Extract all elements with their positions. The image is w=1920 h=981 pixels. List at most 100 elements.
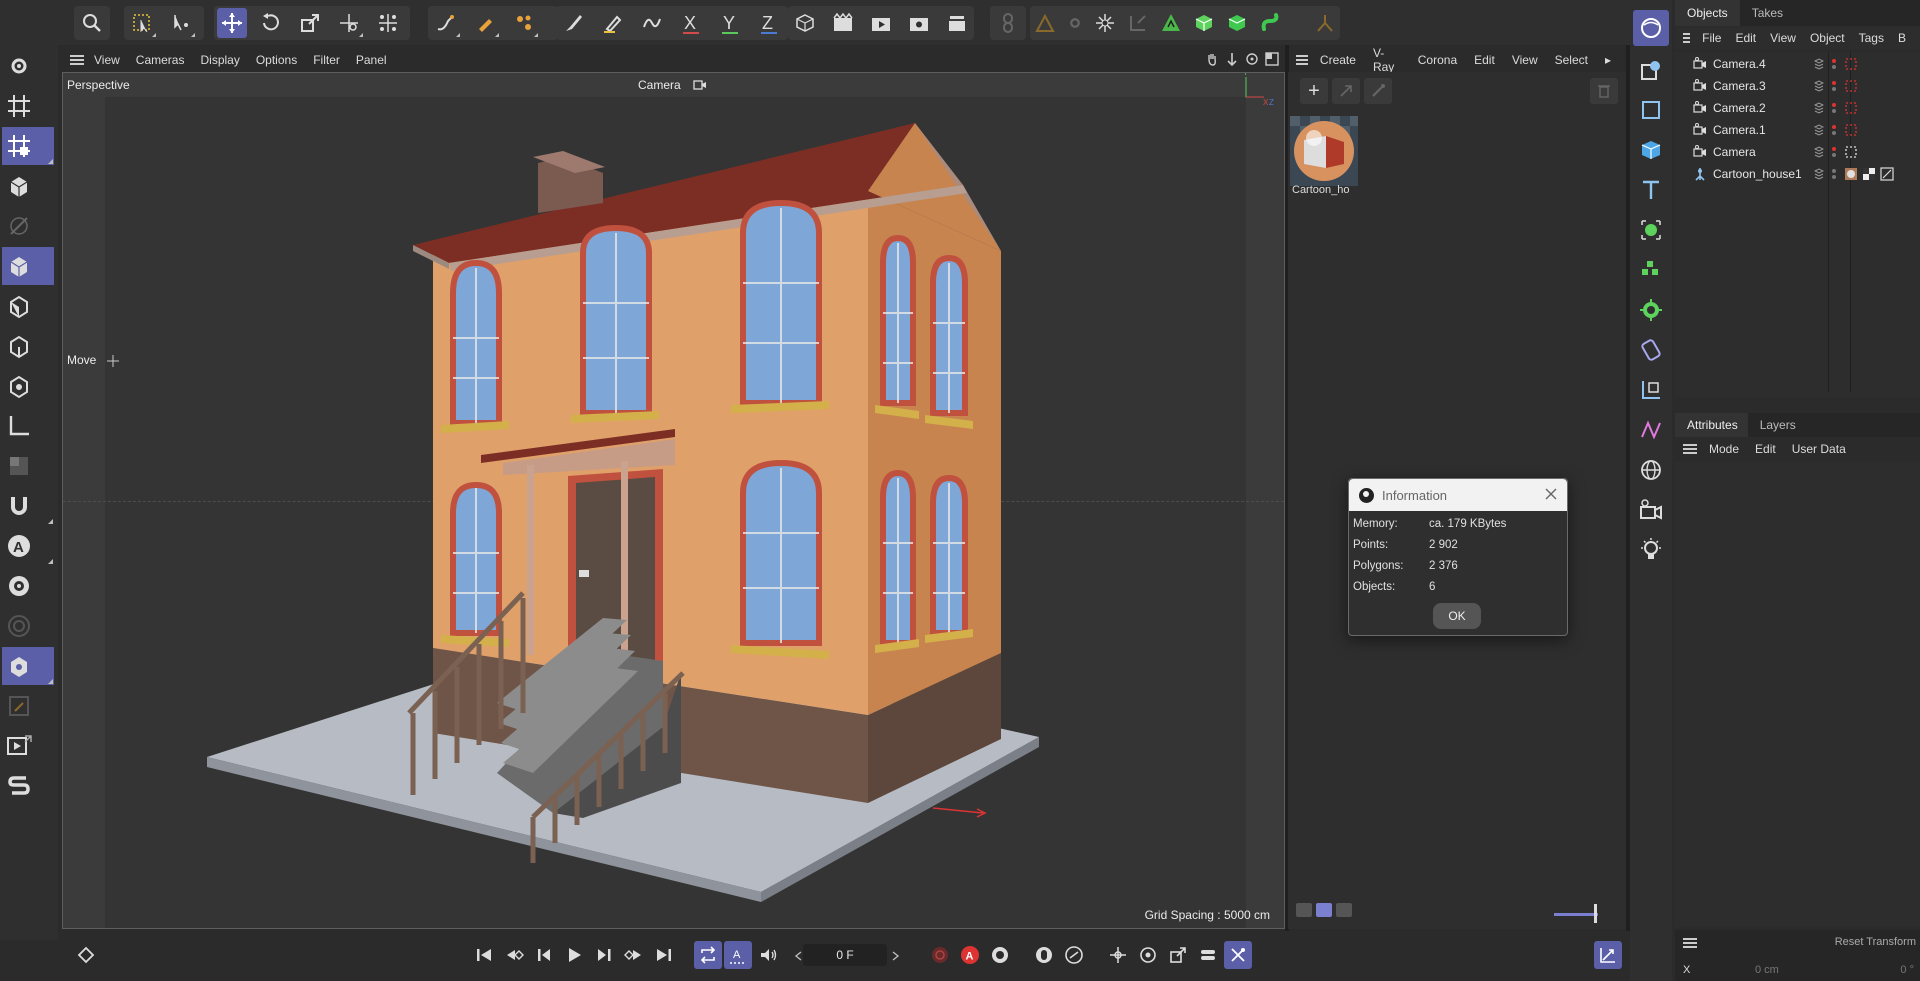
material-arrow-button[interactable]	[1332, 78, 1360, 104]
menu-file[interactable]: File	[1702, 31, 1721, 45]
spline-draw-icon[interactable]	[637, 8, 667, 38]
grid-view-icon[interactable]	[1316, 903, 1332, 917]
parameter-key-icon[interactable]	[1194, 941, 1222, 969]
list-view-icon[interactable]	[1296, 903, 1312, 917]
null-object-icon[interactable]	[1633, 10, 1669, 46]
rectangle-spline-icon[interactable]	[1633, 92, 1669, 128]
menu-panel[interactable]: Panel	[356, 53, 387, 67]
ok-button[interactable]: OK	[1433, 603, 1481, 629]
object-row[interactable]: Camera	[1675, 142, 1920, 162]
auto-interpolation-icon[interactable]: A	[724, 941, 752, 969]
visibility-dots-icon[interactable]	[1830, 102, 1838, 114]
y-axis-icon[interactable]: Y	[715, 8, 745, 38]
hamburger-icon[interactable]	[1683, 33, 1691, 43]
play-icon[interactable]	[560, 941, 588, 969]
visibility-mode-icon[interactable]	[2, 647, 54, 685]
render-picture-viewer-icon[interactable]	[867, 8, 896, 38]
settings-gear-icon[interactable]	[1066, 8, 1084, 38]
snap-transform-icon[interactable]	[373, 8, 403, 38]
target-icon[interactable]	[2, 607, 54, 645]
interactive-render-icon[interactable]	[2, 727, 54, 765]
live-selection-icon[interactable]	[127, 8, 157, 38]
material-thumbnail[interactable]	[1290, 116, 1358, 186]
menu-options[interactable]: Options	[256, 53, 297, 67]
texture-mode-icon[interactable]	[2, 447, 54, 485]
layer-icon[interactable]	[1814, 58, 1824, 70]
sparkle-tool-icon[interactable]	[1093, 8, 1117, 38]
next-key-icon[interactable]	[620, 941, 648, 969]
menu-bookmarks[interactable]: B	[1898, 31, 1906, 45]
script-icon[interactable]	[2, 767, 54, 805]
go-to-end-icon[interactable]	[650, 941, 678, 969]
reset-transform-button[interactable]: Reset Transform	[1835, 936, 1916, 948]
motion-path-icon[interactable]	[1060, 941, 1088, 969]
x-axis-icon[interactable]: X	[676, 8, 706, 38]
target-tag-icon[interactable]	[1844, 145, 1858, 159]
rotate-tool-icon[interactable]	[256, 8, 286, 38]
phong-tag-icon[interactable]	[1880, 167, 1894, 181]
coordinate-system-icon[interactable]	[791, 8, 820, 38]
visibility-dots-icon[interactable]	[1830, 124, 1838, 136]
spline-tool-icon[interactable]	[509, 8, 539, 38]
snap-icon[interactable]: A	[2, 527, 54, 565]
magnet-icon[interactable]	[2, 487, 54, 525]
scale-key-icon[interactable]	[1164, 941, 1192, 969]
object-row[interactable]: Cartoon_house1	[1675, 164, 1920, 184]
delete-material-button[interactable]	[1590, 78, 1618, 104]
polygon-pen-icon[interactable]	[1033, 8, 1057, 38]
transform-tool-icon[interactable]	[334, 8, 364, 38]
vray-proxy-icon[interactable]	[1258, 8, 1282, 38]
object-name[interactable]: Camera.1	[1713, 123, 1766, 137]
z-axis-icon[interactable]: Z	[754, 8, 784, 38]
menu-view[interactable]: View	[1512, 53, 1538, 67]
target-tag-icon[interactable]	[1844, 57, 1858, 71]
brush-icon[interactable]	[559, 8, 589, 38]
light-icon[interactable]	[1633, 532, 1669, 568]
hamburger-icon[interactable]	[70, 55, 84, 65]
polygon-mode-icon[interactable]	[2, 167, 54, 205]
orbit-icon[interactable]	[1245, 52, 1259, 66]
menu-corona[interactable]: Corona	[1418, 53, 1457, 67]
key-settings-icon[interactable]	[986, 941, 1014, 969]
x-rotation-field[interactable]: 0 °	[1900, 964, 1914, 976]
go-to-start-icon[interactable]	[470, 941, 498, 969]
menu-select[interactable]: Select	[1555, 53, 1588, 67]
spline-mask-icon[interactable]	[1633, 412, 1669, 448]
model-mode-icon[interactable]	[2, 207, 54, 245]
material-name[interactable]: Cartoon_ho	[1292, 184, 1350, 196]
menu-filter[interactable]: Filter	[313, 53, 340, 67]
render-queue-icon[interactable]	[942, 8, 971, 38]
viewport[interactable]: Perspective Camera Move YXZ Grid Spacing…	[62, 72, 1285, 929]
text-icon[interactable]	[1633, 172, 1669, 208]
menu-create[interactable]: Create	[1320, 53, 1356, 67]
axis-mode-icon[interactable]	[2, 407, 54, 445]
menu-object[interactable]: Object	[1810, 31, 1845, 45]
viewport-camera-label[interactable]: Camera	[638, 78, 681, 92]
vray-tool-icon[interactable]	[1159, 8, 1183, 38]
keyframe-diamond-icon[interactable]	[72, 941, 100, 969]
point-level-animation-icon[interactable]	[1224, 941, 1252, 969]
joint-tool-icon[interactable]	[1313, 8, 1337, 38]
checker-tag-icon[interactable]	[1862, 167, 1876, 181]
sketch-tool-icon[interactable]	[470, 8, 500, 38]
edge-mode-icon[interactable]	[2, 287, 54, 325]
sound-icon[interactable]	[754, 941, 782, 969]
object-row[interactable]: Camera.1	[1675, 120, 1920, 140]
chain-link-icon[interactable]	[993, 8, 1023, 38]
close-icon[interactable]	[1543, 486, 1559, 502]
timeline-graph-icon[interactable]	[1594, 941, 1622, 969]
visibility-dots-icon[interactable]	[1830, 80, 1838, 92]
layer-icon[interactable]	[1814, 146, 1824, 158]
record-disabled-icon[interactable]	[926, 941, 954, 969]
large-view-icon[interactable]	[1336, 903, 1352, 917]
render-settings-icon[interactable]	[904, 8, 933, 38]
menu-cameras[interactable]: Cameras	[136, 53, 185, 67]
object-row[interactable]: Camera.2	[1675, 98, 1920, 118]
menu-edit[interactable]: Edit	[1474, 53, 1495, 67]
object-name[interactable]: Camera.4	[1713, 57, 1766, 71]
workplane-icon[interactable]	[2, 127, 54, 165]
pan-icon[interactable]	[1205, 52, 1219, 66]
object-name[interactable]: Camera.2	[1713, 101, 1766, 115]
object-mode-icon[interactable]	[2, 247, 54, 285]
visibility-dots-icon[interactable]	[1830, 168, 1838, 180]
